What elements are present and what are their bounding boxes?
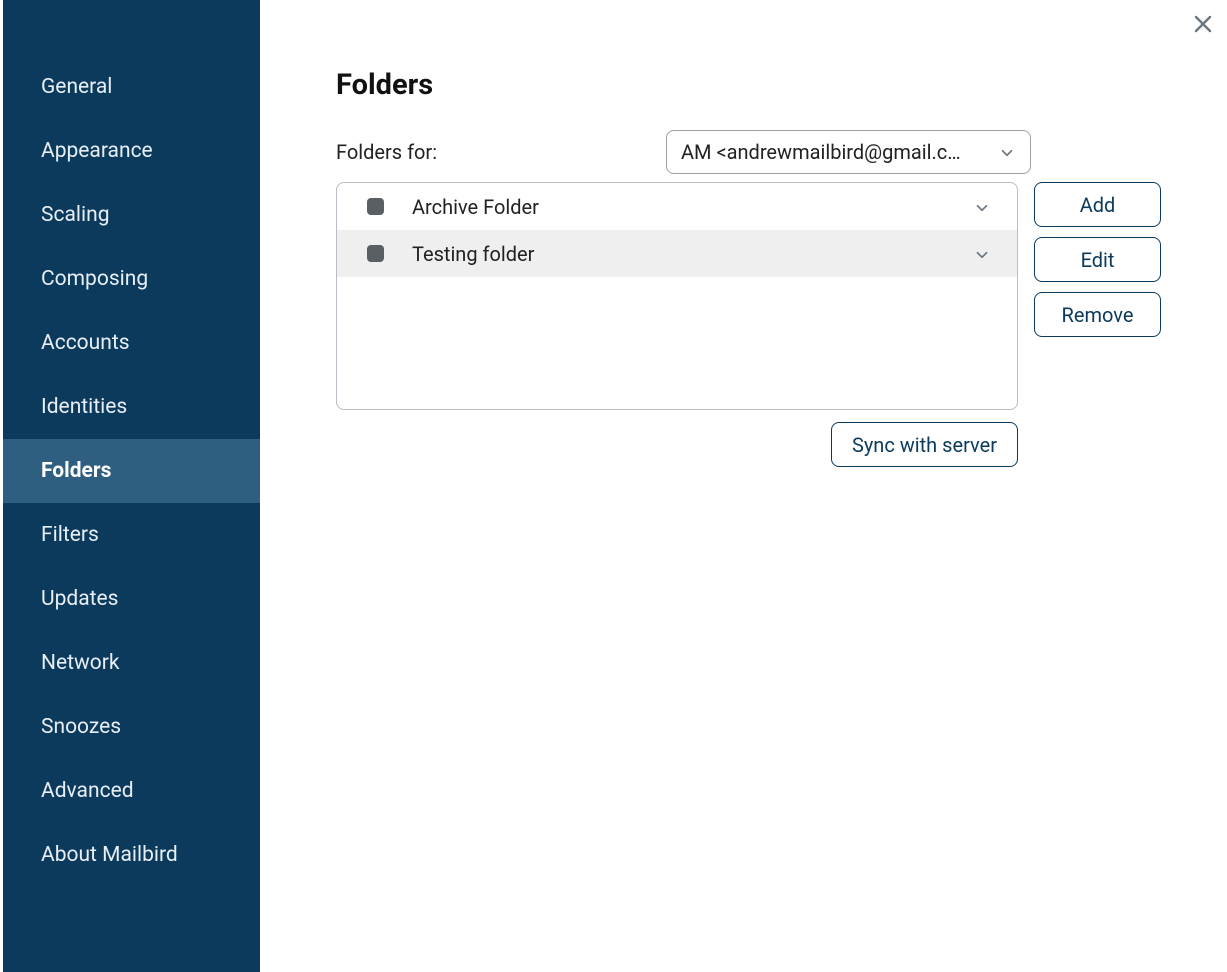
sidebar-item-updates[interactable]: Updates [3, 567, 260, 631]
account-select[interactable]: AM <andrewmailbird@gmail.c… [666, 130, 1031, 174]
remove-button[interactable]: Remove [1034, 292, 1161, 337]
sidebar-item-label: Snoozes [41, 715, 121, 739]
folders-for-row: Folders for: AM <andrewmailbird@gmail.c… [336, 130, 1187, 174]
button-label: Edit [1081, 248, 1115, 272]
chevron-down-icon[interactable] [973, 245, 991, 263]
chevron-down-icon[interactable] [973, 198, 991, 216]
sidebar-item-scaling[interactable]: Scaling [3, 183, 260, 247]
sidebar-item-label: Advanced [41, 779, 134, 803]
sidebar-item-about[interactable]: About Mailbird [3, 823, 260, 887]
folders-for-label: Folders for: [336, 140, 646, 164]
button-label: Sync with server [852, 433, 997, 457]
sync-with-server-button[interactable]: Sync with server [831, 422, 1018, 467]
folder-list: Archive Folder Testing folder [336, 182, 1018, 410]
main-panel: Folders Folders for: AM <andrewmailbird@… [260, 0, 1227, 972]
account-select-value: AM <andrewmailbird@gmail.c… [681, 140, 988, 164]
folder-action-buttons: Add Edit Remove [1034, 182, 1161, 337]
sidebar-item-folders[interactable]: Folders [3, 439, 260, 503]
button-label: Add [1080, 193, 1116, 217]
sidebar-item-general[interactable]: General [3, 55, 260, 119]
sidebar-item-label: Network [41, 651, 120, 675]
sidebar-item-label: About Mailbird [41, 843, 178, 867]
folder-label: Archive Folder [412, 195, 963, 219]
sidebar-item-identities[interactable]: Identities [3, 375, 260, 439]
sidebar-item-snoozes[interactable]: Snoozes [3, 695, 260, 759]
sidebar-item-label: Folders [41, 459, 111, 483]
settings-window: General Appearance Scaling Composing Acc… [0, 0, 1227, 972]
chevron-down-icon [998, 143, 1016, 161]
sidebar-item-accounts[interactable]: Accounts [3, 311, 260, 375]
folder-icon [367, 245, 384, 262]
sidebar-item-label: Updates [41, 587, 119, 611]
sidebar-item-label: Composing [41, 267, 148, 291]
sidebar-item-label: Appearance [41, 139, 153, 163]
sidebar-item-appearance[interactable]: Appearance [3, 119, 260, 183]
folder-row[interactable]: Testing folder [337, 230, 1017, 277]
sync-row: Sync with server [336, 422, 1018, 467]
edit-button[interactable]: Edit [1034, 237, 1161, 282]
sidebar-item-composing[interactable]: Composing [3, 247, 260, 311]
page-title: Folders [336, 68, 1187, 102]
folders-content: Archive Folder Testing folder Add Edit R… [336, 182, 1187, 410]
sidebar-item-label: Scaling [41, 203, 110, 227]
add-button[interactable]: Add [1034, 182, 1161, 227]
sidebar-item-advanced[interactable]: Advanced [3, 759, 260, 823]
settings-sidebar: General Appearance Scaling Composing Acc… [3, 0, 260, 972]
folder-row[interactable]: Archive Folder [337, 183, 1017, 230]
sidebar-item-label: Accounts [41, 331, 130, 355]
folder-label: Testing folder [412, 242, 963, 266]
sidebar-item-label: General [41, 75, 112, 99]
button-label: Remove [1062, 303, 1134, 327]
sidebar-item-filters[interactable]: Filters [3, 503, 260, 567]
folder-icon [367, 198, 384, 215]
sidebar-item-label: Identities [41, 395, 127, 419]
sidebar-item-label: Filters [41, 523, 99, 547]
sidebar-item-network[interactable]: Network [3, 631, 260, 695]
